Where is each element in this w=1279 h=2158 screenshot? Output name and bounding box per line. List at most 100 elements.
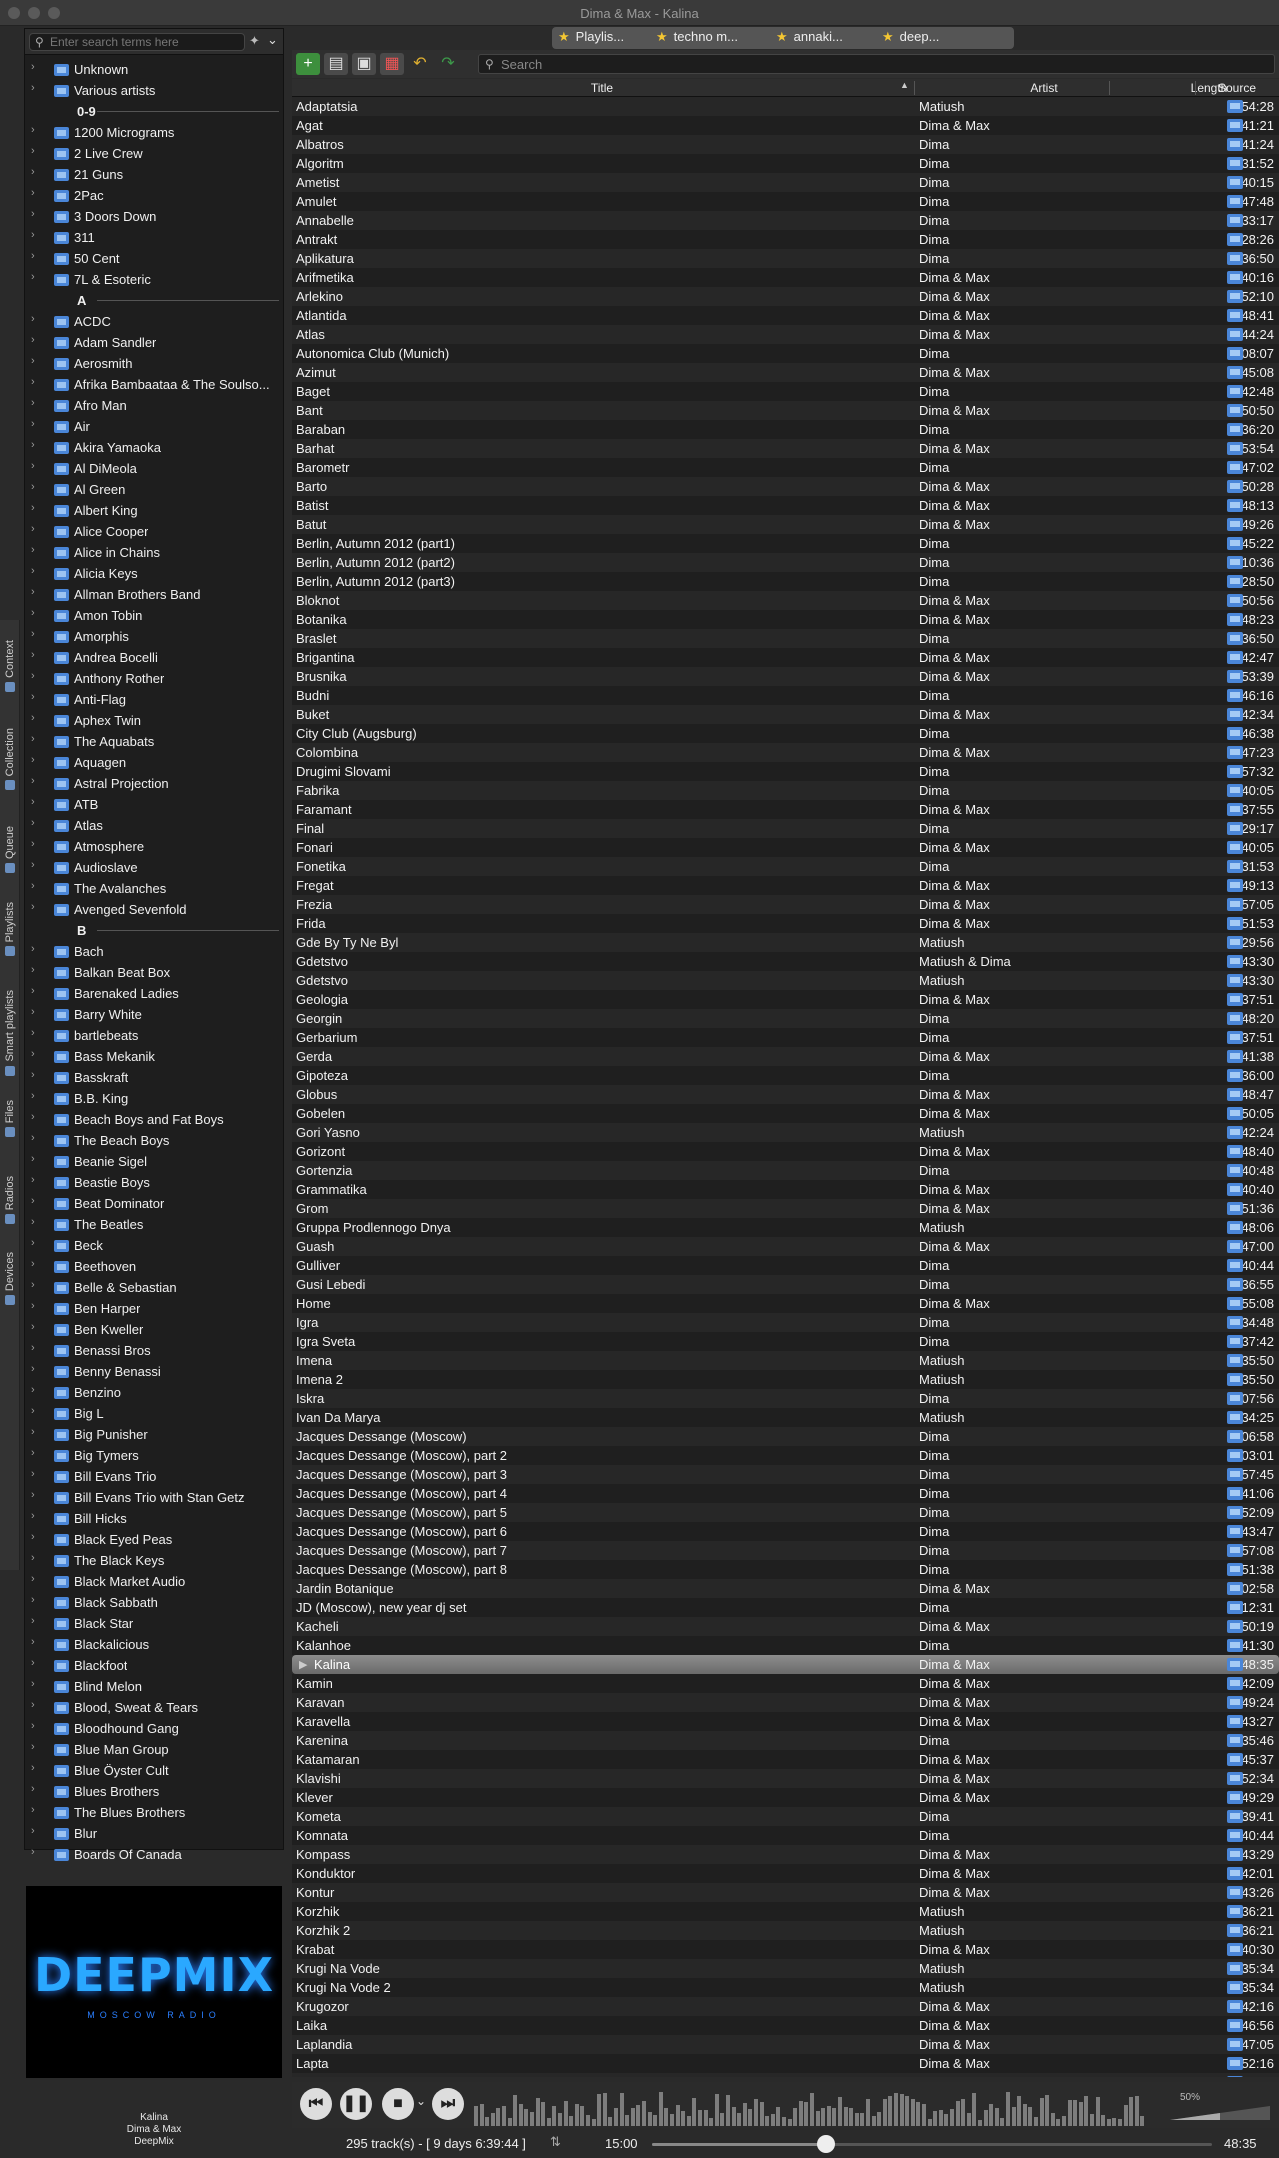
tree-artist-item[interactable]: › Amon Tobin	[25, 605, 283, 626]
expand-arrow-icon[interactable]: ›	[31, 1825, 35, 1837]
track-row[interactable]: Igra Dima 34:48	[292, 1313, 1279, 1332]
wrench-icon[interactable]: ✦	[249, 33, 260, 49]
track-row[interactable]: Berlin, Autumn 2012 (part1) Dima 45:22	[292, 534, 1279, 553]
expand-arrow-icon[interactable]: ›	[31, 1258, 35, 1270]
expand-arrow-icon[interactable]: ›	[31, 1447, 35, 1459]
side-tab-playlists[interactable]: Playlists	[0, 902, 20, 957]
tree-artist-item[interactable]: › Atlas	[25, 815, 283, 836]
track-row[interactable]: JD (Moscow), new year dj set Dima 3:12:31	[292, 1598, 1279, 1617]
track-row[interactable]: Laplandia Dima & Max 47:05	[292, 2035, 1279, 2054]
expand-arrow-icon[interactable]: ›	[31, 250, 35, 262]
tree-artist-item[interactable]: › Benassi Bros	[25, 1340, 283, 1361]
track-row[interactable]: Karavella Dima & Max 43:27	[292, 1712, 1279, 1731]
tree-artist-item[interactable]: › Big Tymers	[25, 1445, 283, 1466]
tree-artist-item[interactable]: › Adam Sandler	[25, 332, 283, 353]
expand-arrow-icon[interactable]: ›	[31, 859, 35, 871]
tree-artist-item[interactable]: › Bill Evans Trio	[25, 1466, 283, 1487]
tree-artist-item[interactable]: › Amorphis	[25, 626, 283, 647]
tree-artist-item[interactable]: › Beck	[25, 1235, 283, 1256]
tree-artist-item[interactable]: › Balkan Beat Box	[25, 962, 283, 983]
tree-artist-item[interactable]: › Barry White	[25, 1004, 283, 1025]
expand-arrow-icon[interactable]: ›	[31, 82, 35, 94]
expand-arrow-icon[interactable]: ›	[31, 1657, 35, 1669]
tree-artist-item[interactable]: › Andrea Bocelli	[25, 647, 283, 668]
tree-artist-item[interactable]: › Beastie Boys	[25, 1172, 283, 1193]
tree-artist-item[interactable]: › Black Eyed Peas	[25, 1529, 283, 1550]
playlist-tab[interactable]: ★ annaki...	[776, 29, 843, 51]
side-tab-radios[interactable]: Radios	[0, 1176, 20, 1225]
expand-arrow-icon[interactable]: ›	[31, 439, 35, 451]
expand-arrow-icon[interactable]: ›	[31, 124, 35, 136]
track-row[interactable]: Karenina Dima 35:46	[292, 1731, 1279, 1750]
side-tab-devices[interactable]: Devices	[0, 1252, 20, 1306]
expand-arrow-icon[interactable]: ›	[31, 1762, 35, 1774]
track-row[interactable]: Klavishi Dima & Max 52:34	[292, 1769, 1279, 1788]
track-row[interactable]: Guash Dima & Max 47:00	[292, 1237, 1279, 1256]
expand-arrow-icon[interactable]: ›	[31, 754, 35, 766]
track-row[interactable]: Gipoteza Dima 36:00	[292, 1066, 1279, 1085]
track-row[interactable]: Jacques Dessange (Moscow), part 6 Dima 43:…	[292, 1522, 1279, 1541]
side-tab-queue[interactable]: Queue	[0, 826, 20, 874]
expand-arrow-icon[interactable]: ›	[31, 1090, 35, 1102]
tree-artist-item[interactable]: › 3 Doors Down	[25, 206, 283, 227]
expand-arrow-icon[interactable]: ›	[31, 418, 35, 430]
tree-artist-item[interactable]: › Albert King	[25, 500, 283, 521]
expand-arrow-icon[interactable]: ›	[31, 670, 35, 682]
expand-arrow-icon[interactable]: ›	[31, 544, 35, 556]
track-row[interactable]: Baraban Dima 36:20	[292, 420, 1279, 439]
track-row[interactable]: Annabelle Dima 33:17	[292, 211, 1279, 230]
expand-arrow-icon[interactable]: ›	[31, 145, 35, 157]
expand-arrow-icon[interactable]: ›	[31, 229, 35, 241]
tree-artist-item[interactable]: › ACDC	[25, 311, 283, 332]
track-row[interactable]: Aplikatura Dima 36:50	[292, 249, 1279, 268]
track-row[interactable]: Baget Dima 42:48	[292, 382, 1279, 401]
expand-arrow-icon[interactable]: ›	[31, 1006, 35, 1018]
expand-arrow-icon[interactable]: ›	[31, 628, 35, 640]
track-row[interactable]: Igra Sveta Dima 37:42	[292, 1332, 1279, 1351]
track-row[interactable]: Gulliver Dima 40:44	[292, 1256, 1279, 1275]
tree-artist-item[interactable]: › Avenged Sevenfold	[25, 899, 283, 920]
track-row[interactable]: Jacques Dessange (Moscow) Dima 1:06:58	[292, 1427, 1279, 1446]
expand-arrow-icon[interactable]: ›	[31, 1048, 35, 1060]
tree-artist-item[interactable]: › Various artists	[25, 80, 283, 101]
expand-arrow-icon[interactable]: ›	[31, 1342, 35, 1354]
expand-arrow-icon[interactable]: ›	[31, 565, 35, 577]
track-row[interactable]: Bant Dima & Max 50:50	[292, 401, 1279, 420]
track-row[interactable]: Kontur Dima & Max 43:26	[292, 1883, 1279, 1902]
expand-arrow-icon[interactable]: ›	[31, 1741, 35, 1753]
expand-arrow-icon[interactable]: ›	[31, 208, 35, 220]
track-row[interactable]: Gorizont Dima & Max 48:40	[292, 1142, 1279, 1161]
side-tab-files[interactable]: Files	[0, 1100, 20, 1138]
track-row[interactable]: Gerda Dima & Max 41:38	[292, 1047, 1279, 1066]
tree-artist-item[interactable]: › Bach	[25, 941, 283, 962]
track-row[interactable]: Home Dima & Max 55:08	[292, 1294, 1279, 1313]
track-row[interactable]: Braslet Dima 36:50	[292, 629, 1279, 648]
track-row[interactable]: Frezia Dima & Max 57:05	[292, 895, 1279, 914]
seek-handle[interactable]	[816, 2135, 835, 2153]
tree-artist-item[interactable]: › Al Green	[25, 479, 283, 500]
expand-arrow-icon[interactable]: ›	[31, 1153, 35, 1165]
track-row[interactable]: Gobelen Dima & Max 50:05	[292, 1104, 1279, 1123]
clear-playlist-icon[interactable]: ▦	[380, 53, 404, 75]
expand-arrow-icon[interactable]: ›	[31, 502, 35, 514]
next-track-button[interactable]: ⏭	[432, 2088, 464, 2120]
volume-slider[interactable]	[1170, 2102, 1270, 2122]
collection-tree[interactable]: › Unknown › Various artists 0-9 › 1200 Microgr…	[25, 59, 283, 1877]
expand-arrow-icon[interactable]: ›	[31, 1489, 35, 1501]
track-row[interactable]: Kalanhoe Dima 41:30	[292, 1636, 1279, 1655]
tree-artist-item[interactable]: › Blue Öyster Cult	[25, 1760, 283, 1781]
track-row[interactable]: Final Dima 29:17	[292, 819, 1279, 838]
track-row[interactable]: Korzhik Matiush 36:21	[292, 1902, 1279, 1921]
tree-artist-item[interactable]: › Astral Projection	[25, 773, 283, 794]
tree-artist-item[interactable]: › Blur	[25, 1823, 283, 1844]
track-row[interactable]: Fabrika Dima 40:05	[292, 781, 1279, 800]
expand-arrow-icon[interactable]: ›	[31, 1594, 35, 1606]
tree-artist-item[interactable]: › Alice in Chains	[25, 542, 283, 563]
tree-artist-item[interactable]: › Boards Of Canada	[25, 1844, 283, 1865]
track-row[interactable]: Autonomica Club (Munich) Dima 1:08:07	[292, 344, 1279, 363]
tree-artist-item[interactable]: › Beat Dominator	[25, 1193, 283, 1214]
track-row[interactable]: Albatros Dima 41:24	[292, 135, 1279, 154]
tree-artist-item[interactable]: › 311	[25, 227, 283, 248]
expand-arrow-icon[interactable]: ›	[31, 1531, 35, 1543]
playlist-tab[interactable]: ★ deep...	[882, 29, 939, 51]
